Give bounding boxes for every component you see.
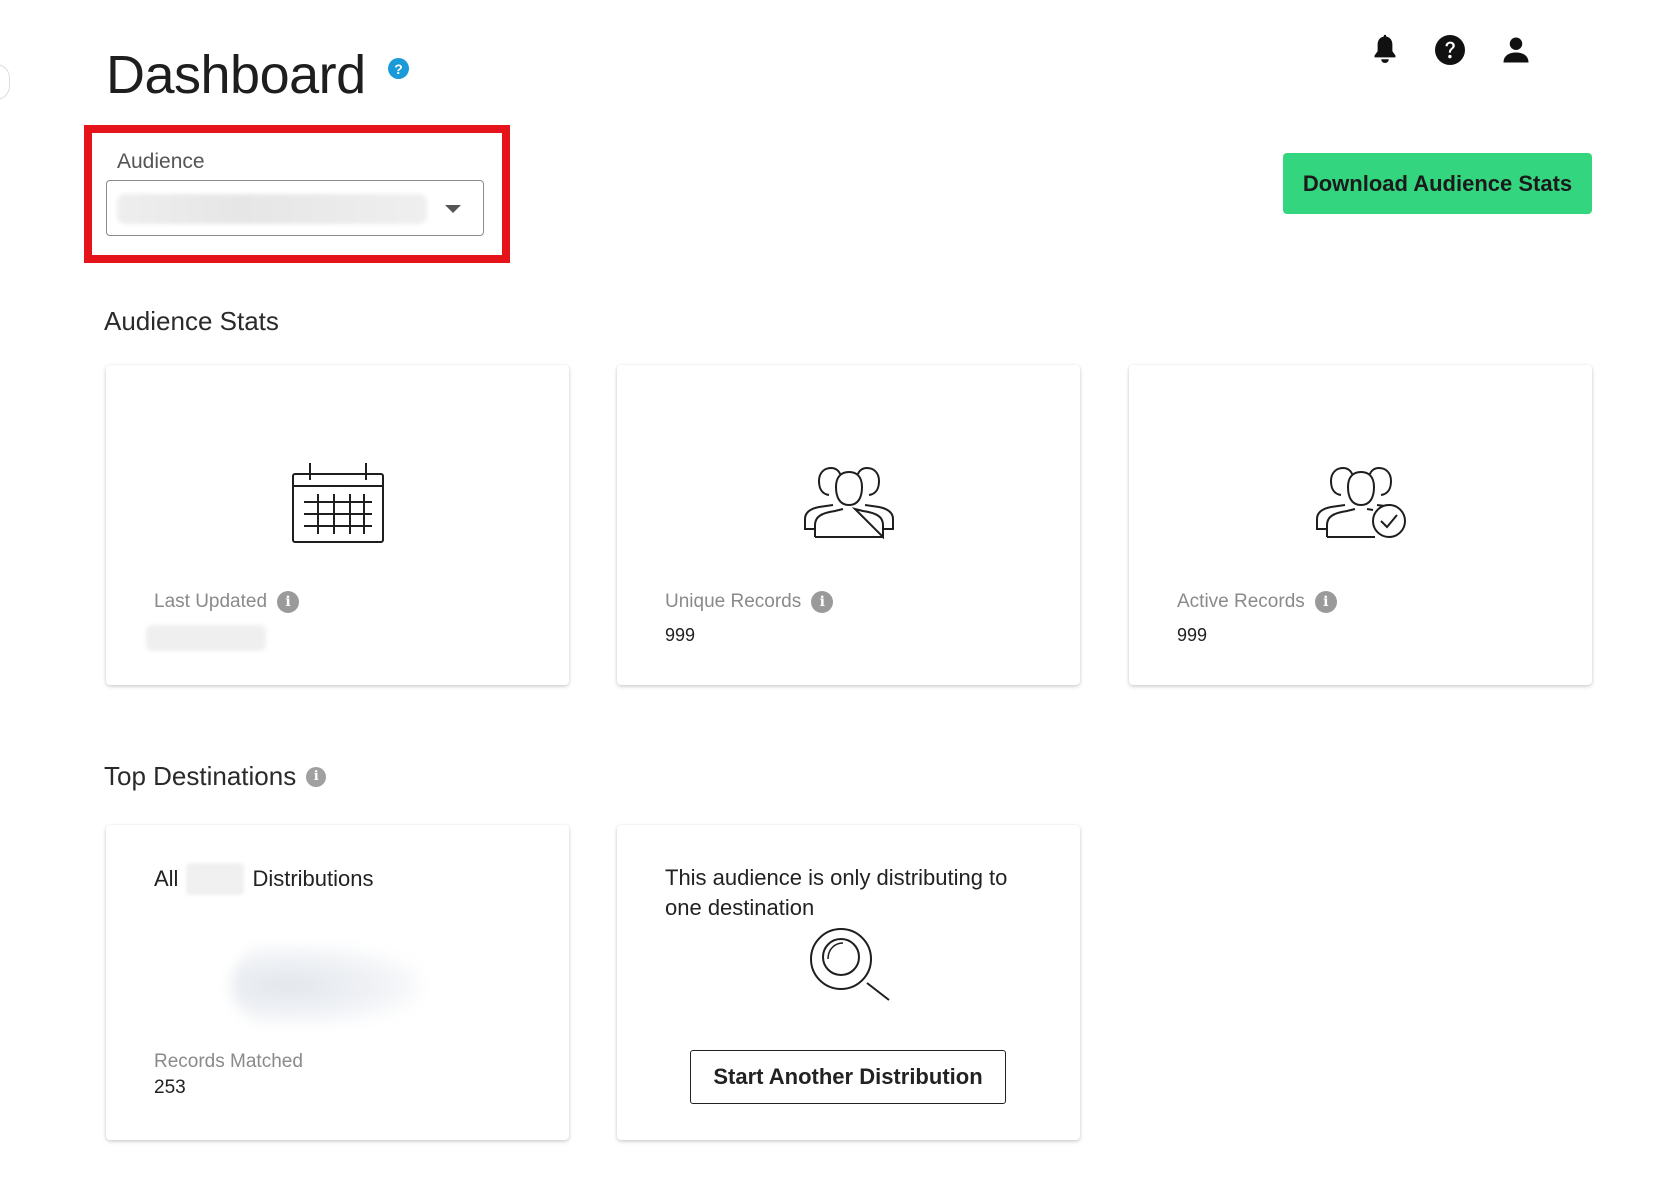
records-matched-label: Records Matched xyxy=(154,1051,303,1072)
stat-label-text: Active Records xyxy=(1177,591,1305,612)
page-help-icon[interactable]: ? xyxy=(388,58,409,79)
magnifier-icon xyxy=(809,927,893,1008)
destination-card-title: All Distributions xyxy=(154,863,374,895)
info-icon[interactable]: i xyxy=(811,591,834,613)
destination-card-all: All Distributions Records Matched 253 xyxy=(106,825,569,1140)
stat-card-unique-records: Unique Records i 999 xyxy=(617,365,1080,685)
stat-label-last-updated: Last Updated i xyxy=(154,591,300,613)
stat-label-unique-records: Unique Records i xyxy=(665,591,834,613)
start-another-distribution-button[interactable]: Start Another Distribution xyxy=(690,1050,1006,1104)
destination-card-single: This audience is only distributing to on… xyxy=(617,825,1080,1140)
destination-title-prefix: All xyxy=(154,866,179,891)
users-icon xyxy=(799,465,899,546)
top-destinations-heading: Top Destinations i xyxy=(104,761,327,792)
stat-label-active-records: Active Records i xyxy=(1177,591,1337,613)
info-icon[interactable]: i xyxy=(1314,591,1337,613)
stat-value-unique-records: 999 xyxy=(665,625,696,645)
audience-select[interactable] xyxy=(106,180,484,236)
audience-stats-heading: Audience Stats xyxy=(104,306,279,336)
records-matched-value: 253 xyxy=(154,1077,186,1098)
download-audience-stats-button[interactable]: Download Audience Stats xyxy=(1283,153,1592,214)
stat-card-active-records: Active Records i 999 xyxy=(1129,365,1592,685)
top-destinations-title: Top Destinations xyxy=(104,761,297,791)
single-destination-message: This audience is only distributing to on… xyxy=(665,865,1008,920)
caret-down-icon xyxy=(445,205,461,213)
destination-logo xyxy=(231,945,421,1025)
stat-label-text: Last Updated xyxy=(154,591,268,612)
stat-label-text: Unique Records xyxy=(665,591,802,612)
audience-selected-value xyxy=(117,194,427,224)
user-icon[interactable] xyxy=(1498,32,1534,68)
stat-value-active-records: 999 xyxy=(1177,625,1208,645)
destination-title-suffix: Distributions xyxy=(252,866,374,891)
help-circle-icon[interactable] xyxy=(1432,32,1468,68)
dashboard-page: Dashboard ? Audience Download Audience S… xyxy=(0,0,1678,1184)
calendar-icon xyxy=(290,460,386,549)
stat-card-last-updated: Last Updated i xyxy=(106,365,569,685)
info-icon[interactable]: i xyxy=(306,766,327,787)
users-check-icon xyxy=(1311,465,1411,546)
stat-value-last-updated xyxy=(146,625,266,651)
bell-icon[interactable] xyxy=(1367,32,1403,68)
audience-label: Audience xyxy=(117,150,205,173)
sidebar-toggle[interactable] xyxy=(0,64,10,100)
destination-title-redacted xyxy=(186,863,245,895)
info-icon[interactable]: i xyxy=(277,591,300,613)
page-title: Dashboard xyxy=(106,45,366,105)
